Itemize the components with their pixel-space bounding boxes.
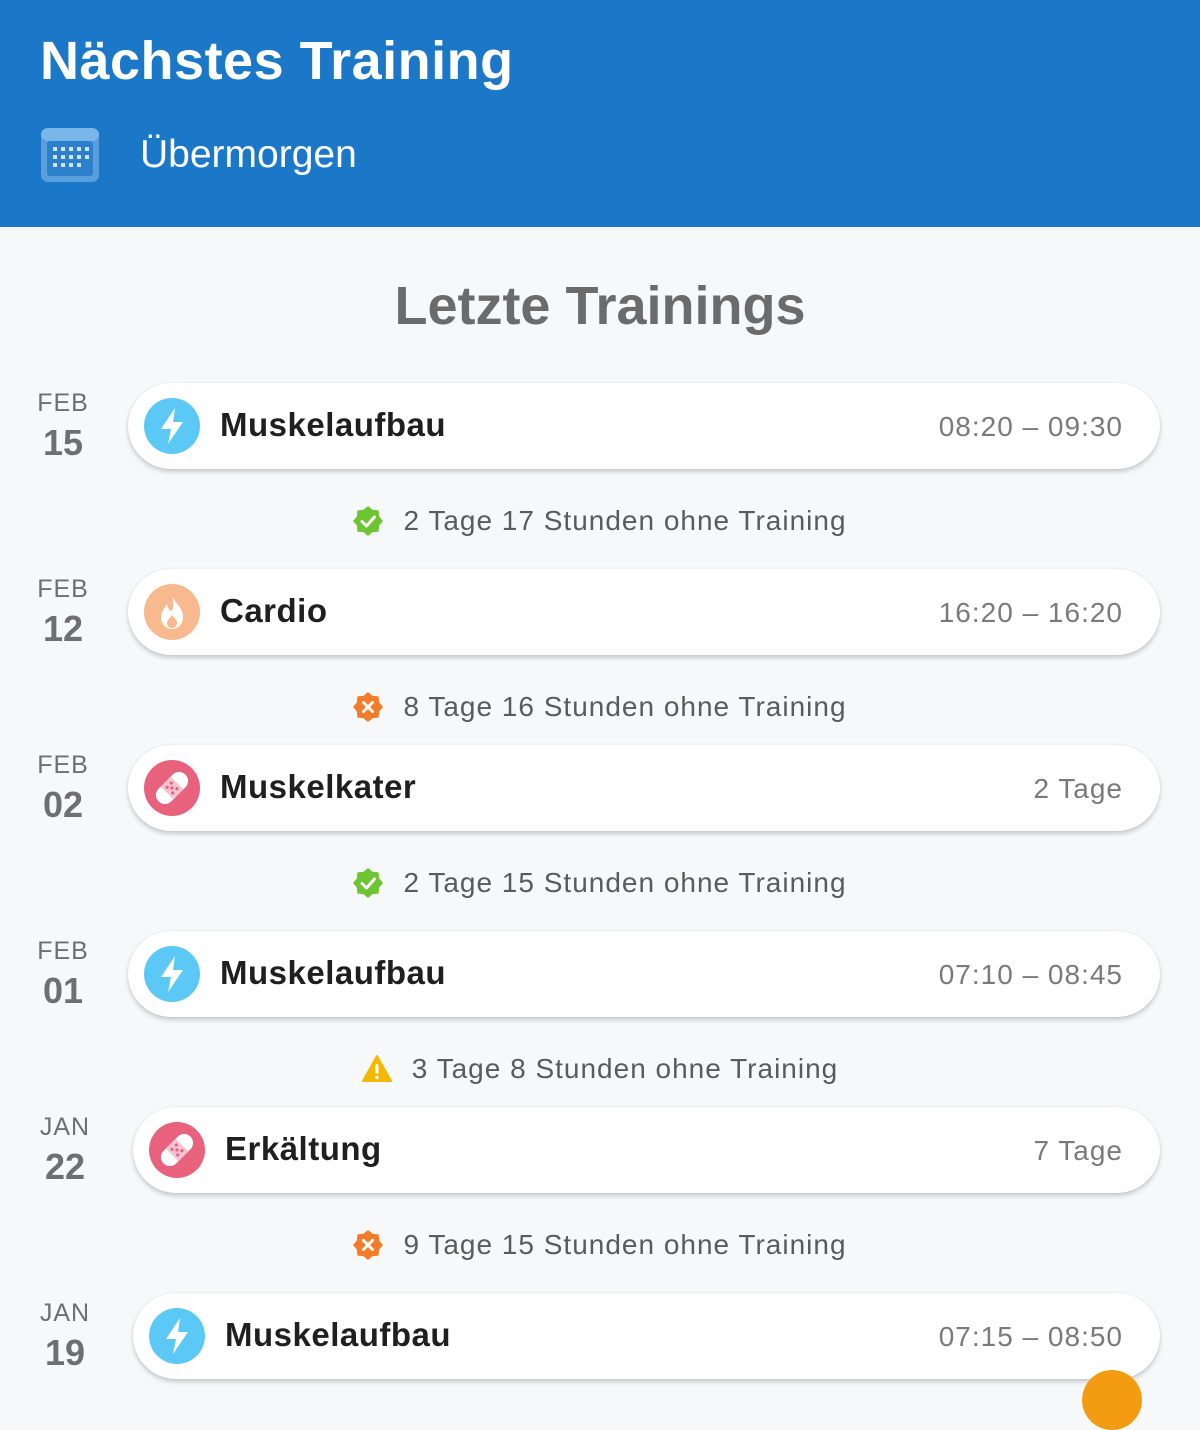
training-type: Muskelaufbau	[225, 1316, 452, 1353]
rest-gap: 2 Tage 15 Stunden ohne Training	[0, 863, 1200, 903]
entry-date: FEB 15	[35, 389, 91, 464]
training-card[interactable]: Muskelaufbau 08:20 – 09:30	[128, 383, 1160, 469]
next-training-date: Übermorgen	[140, 133, 357, 176]
training-time: 7 Tage	[1033, 1135, 1123, 1166]
rest-gap: 2 Tage 17 Stunden ohne Training	[0, 501, 1200, 541]
entry-day: 02	[42, 784, 84, 825]
training-card[interactable]: Muskelaufbau 07:15 – 08:50	[133, 1293, 1160, 1379]
check-badge-icon	[353, 506, 384, 536]
entry-date: JAN 19	[37, 1299, 93, 1374]
entry-day: 01	[42, 970, 84, 1011]
lightning-icon	[144, 946, 200, 1002]
entry-day: 19	[44, 1332, 86, 1373]
training-time: 16:20 – 16:20	[938, 597, 1123, 628]
calendar-icon	[40, 127, 100, 183]
training-time: 07:10 – 08:45	[938, 959, 1123, 990]
training-card[interactable]: Erkältung 7 Tage	[133, 1107, 1160, 1193]
training-type: Muskelkater	[220, 768, 417, 805]
entry-month: FEB	[37, 751, 89, 779]
warning-icon	[361, 1054, 392, 1084]
training-card[interactable]: Muskelaufbau 07:10 – 08:45	[128, 931, 1160, 1017]
training-card[interactable]: Muskelkater 2 Tage	[128, 745, 1160, 831]
entry-day: 12	[42, 608, 84, 649]
bandage-icon	[144, 760, 200, 816]
entry-date: JAN 22	[37, 1113, 93, 1188]
cross-badge-icon	[353, 692, 384, 722]
rest-gap-text: 3 Tage 8 Stunden ohne Training	[411, 1053, 839, 1084]
cross-badge-icon	[353, 1230, 384, 1260]
rest-gap: 3 Tage 8 Stunden ohne Training	[0, 1049, 1200, 1089]
flame-icon	[144, 584, 200, 640]
lightning-icon	[149, 1308, 205, 1364]
bandage-icon	[149, 1122, 205, 1178]
next-training-header: Nächstes Training Übermorgen	[0, 0, 1200, 227]
training-card[interactable]: Cardio 16:20 – 16:20	[128, 569, 1160, 655]
add-training-button[interactable]	[1082, 1370, 1142, 1430]
entry-month: FEB	[37, 937, 89, 965]
rest-gap-text: 9 Tage 15 Stunden ohne Training	[403, 1229, 847, 1260]
entry-month: JAN	[39, 1113, 91, 1141]
entry-month: FEB	[37, 575, 89, 603]
training-type: Cardio	[220, 592, 328, 629]
check-badge-icon	[353, 868, 384, 898]
header-title: Nächstes Training	[40, 31, 514, 91]
rest-gap-text: 2 Tage 15 Stunden ohne Training	[403, 867, 847, 898]
training-type: Muskelaufbau	[220, 406, 447, 443]
training-time: 07:15 – 08:50	[938, 1321, 1123, 1352]
lightning-icon	[144, 398, 200, 454]
entry-month: FEB	[37, 389, 89, 417]
entry-month: JAN	[39, 1299, 91, 1327]
training-time: 08:20 – 09:30	[938, 411, 1123, 442]
rest-gap-text: 8 Tage 16 Stunden ohne Training	[403, 691, 847, 722]
entry-day: 22	[44, 1146, 86, 1187]
training-type: Muskelaufbau	[220, 954, 447, 991]
rest-gap: 9 Tage 15 Stunden ohne Training	[0, 1225, 1200, 1265]
entry-date: FEB 12	[35, 575, 91, 650]
section-title: Letzte Trainings	[394, 276, 806, 336]
entry-date: FEB 02	[35, 751, 91, 826]
rest-gap: 8 Tage 16 Stunden ohne Training	[0, 687, 1200, 727]
rest-gap-text: 2 Tage 17 Stunden ohne Training	[403, 505, 847, 536]
entry-day: 15	[42, 422, 84, 463]
training-type: Erkältung	[225, 1130, 382, 1167]
training-time: 2 Tage	[1033, 773, 1123, 804]
entry-date: FEB 01	[35, 937, 91, 1012]
